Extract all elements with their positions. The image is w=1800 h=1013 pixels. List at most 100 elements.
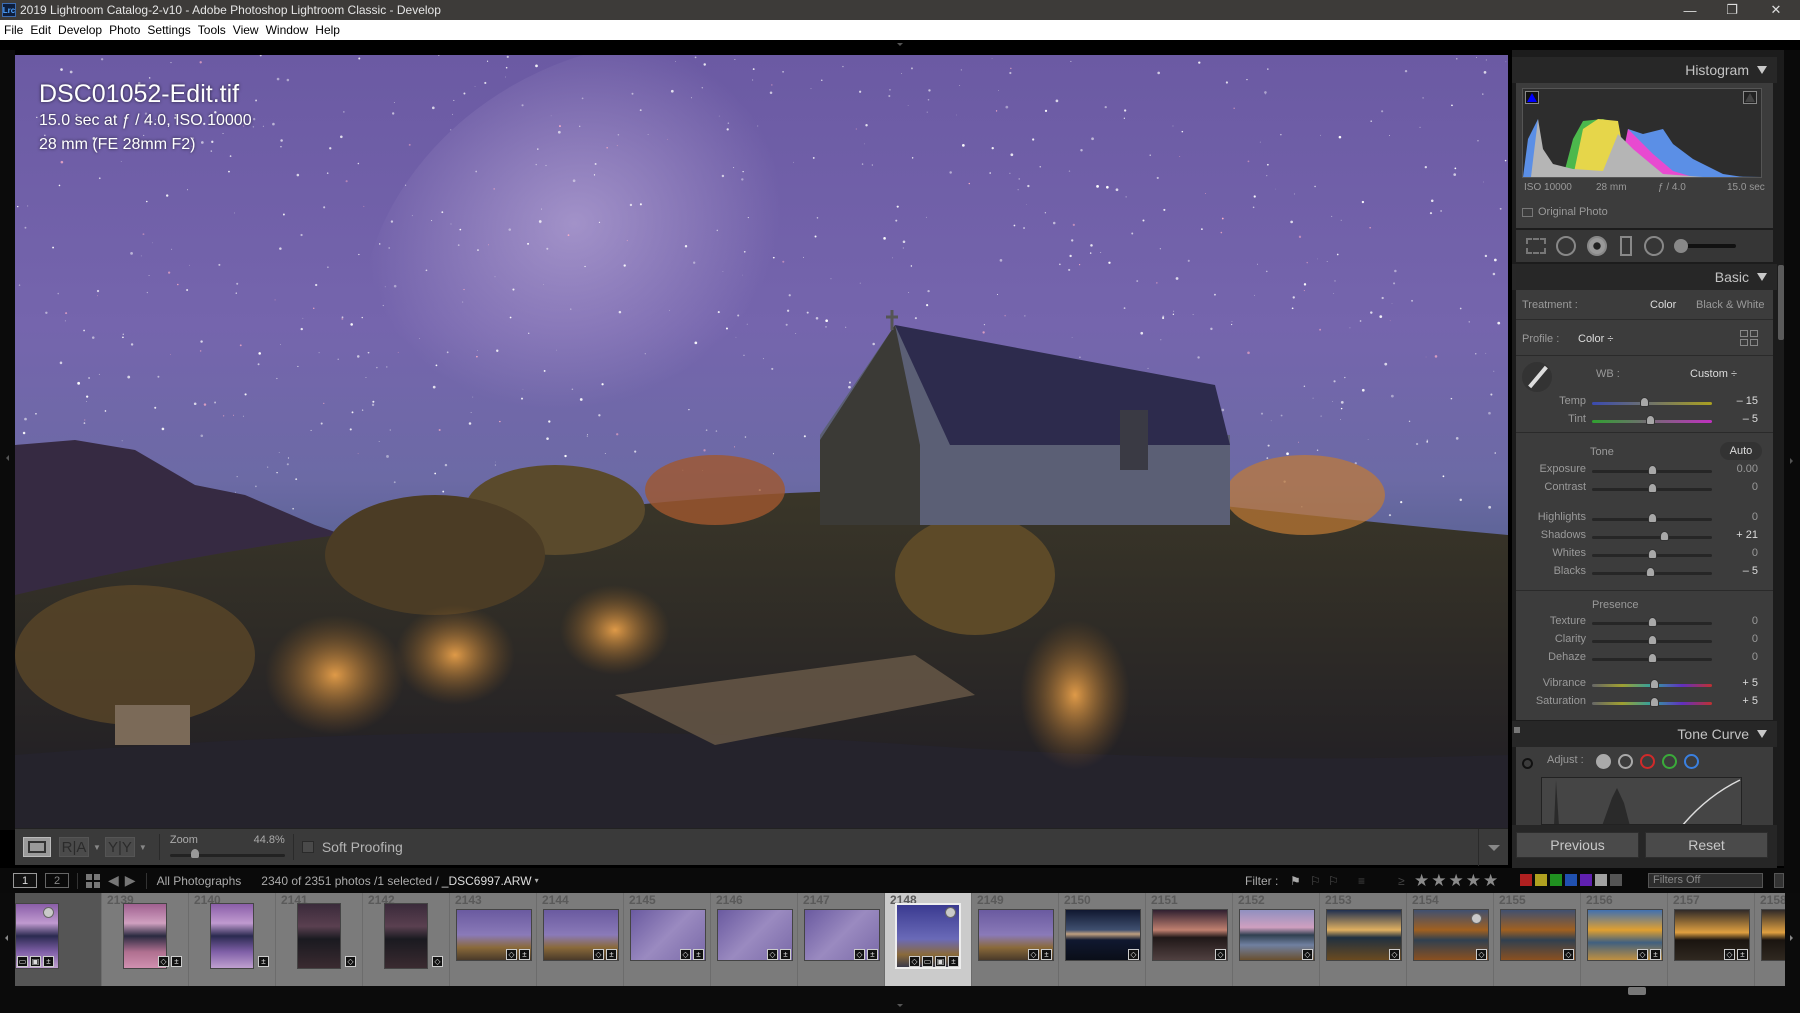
filter-preset-dropdown[interactable]: Filters Off [1648, 873, 1763, 888]
contrast-slider-knob[interactable] [1648, 483, 1657, 493]
point-curve-blue-icon[interactable] [1684, 754, 1699, 769]
right-panel-scrollbar[interactable] [1777, 50, 1784, 866]
point-curve-green-icon[interactable] [1662, 754, 1677, 769]
rating-operator[interactable]: ≥ [1398, 874, 1405, 888]
filter-lock-icon[interactable] [1774, 873, 1784, 888]
profile-dropdown[interactable]: Color ÷ [1578, 333, 1613, 345]
blacks-slider[interactable] [1592, 567, 1712, 577]
contrast-value[interactable]: 0 [1718, 481, 1758, 493]
color-label-filter-6[interactable] [1610, 874, 1622, 886]
flag-filter-flagged-icon[interactable]: ⚑ [1290, 874, 1301, 888]
menu-develop[interactable]: Develop [58, 23, 102, 37]
filmstrip-thumb[interactable]: 2149 ◇ ± [972, 893, 1059, 986]
original-photo-checkbox[interactable] [1522, 208, 1533, 217]
toolbar-content-dropdown[interactable] [1478, 829, 1508, 866]
keyword-badge-icon[interactable]: ◇ [767, 949, 778, 960]
texture-slider[interactable] [1592, 617, 1712, 627]
filmstrip-thumb[interactable]: 2145 ◇ ± [624, 893, 711, 986]
photo-canvas[interactable]: DSC01052-Edit.tif 15.0 sec at ƒ / 4.0, I… [15, 55, 1508, 828]
clarity-value[interactable]: 0 [1718, 633, 1758, 645]
filmstrip-thumb[interactable]: 2144 ◇ ± [537, 893, 624, 986]
edit-filter-icon[interactable]: ≡ [1358, 874, 1365, 888]
restore-button[interactable]: ❐ [1712, 0, 1752, 20]
filmstrip-thumb[interactable]: 2143 ◇ ± [450, 893, 537, 986]
keyword-badge-icon[interactable]: ◇ [1563, 949, 1574, 960]
develop-adjustment-badge-icon[interactable]: ± [867, 949, 878, 960]
saturation-slider[interactable] [1592, 697, 1712, 707]
menu-edit[interactable]: Edit [30, 23, 51, 37]
histogram-header[interactable]: Histogram [1512, 57, 1777, 83]
color-label-filter-3[interactable] [1565, 874, 1577, 886]
histogram-graph[interactable] [1522, 88, 1763, 178]
keyword-badge-icon[interactable]: ◇ [1476, 949, 1487, 960]
menu-help[interactable]: Help [315, 23, 340, 37]
filmstrip-scroll-right-icon[interactable] [1790, 935, 1793, 941]
zoom-slider-knob[interactable] [191, 849, 200, 858]
filmstrip-thumb[interactable]: 2156 ◇ ± [1581, 893, 1668, 986]
highlights-slider-knob[interactable] [1648, 513, 1657, 523]
color-label-filter-0[interactable] [1520, 874, 1532, 886]
exposure-value[interactable]: 0.00 [1718, 463, 1758, 475]
develop-adjustment-badge-icon[interactable]: ± [780, 949, 791, 960]
menu-photo[interactable]: Photo [109, 23, 140, 37]
keyword-badge-icon[interactable]: ◇ [1215, 949, 1226, 960]
temp-value[interactable]: – 15 [1718, 395, 1758, 407]
keyword-badge-icon[interactable]: ◇ [854, 949, 865, 960]
develop-adjustment-badge-icon[interactable]: ± [1737, 949, 1748, 960]
tint-value[interactable]: – 5 [1718, 413, 1758, 425]
top-panel-toggle[interactable] [0, 40, 1800, 50]
texture-slider-knob[interactable] [1648, 617, 1657, 627]
keyword-badge-icon[interactable]: ◇ [432, 956, 443, 967]
menu-settings[interactable]: Settings [147, 23, 190, 37]
crop-badge-icon[interactable]: ▭ [17, 956, 28, 967]
filmstrip-thumb[interactable]: 2153 ◇ [1320, 893, 1407, 986]
highlights-slider[interactable] [1592, 513, 1712, 523]
left-panel-toggle[interactable] [0, 50, 15, 830]
rating-filter-stars[interactable]: ★ ★ ★ ★ ★ [1414, 871, 1500, 891]
whites-slider-knob[interactable] [1648, 549, 1657, 559]
keyword-badge-icon[interactable]: ◇ [506, 949, 517, 960]
vibrance-slider-knob[interactable] [1650, 679, 1660, 689]
primary-window-button[interactable]: 1 [13, 873, 37, 888]
basic-header[interactable]: Basic [1512, 264, 1777, 290]
treatment-bw-option[interactable]: Black & White [1696, 299, 1764, 311]
filmstrip-thumb[interactable]: 2148 ◇ ▭ ▣ ± [885, 893, 972, 986]
minimize-button[interactable]: — [1670, 0, 1710, 20]
wb-selector-icon[interactable] [1522, 362, 1552, 392]
saturation-value[interactable]: + 5 [1718, 695, 1758, 707]
reset-button[interactable]: Reset [1645, 832, 1768, 858]
graduated-filter-icon[interactable] [1620, 236, 1632, 256]
right-panel-toggle[interactable] [1784, 50, 1800, 868]
flag-filter-unflagged-icon[interactable]: ⚐ [1310, 874, 1321, 888]
dehaze-value[interactable]: 0 [1718, 651, 1758, 663]
filename-dropdown-icon[interactable]: ▾ [535, 876, 539, 885]
blacks-value[interactable]: – 5 [1718, 565, 1758, 577]
treatment-color-option[interactable]: Color [1650, 299, 1676, 311]
before-after-top-bottom-button[interactable]: Y|Y [104, 837, 135, 857]
selected-filename[interactable]: _DSC6997.ARW [442, 874, 532, 888]
crop-badge-icon[interactable]: ▭ [922, 956, 933, 967]
rating-star-icon[interactable]: ★ [1466, 871, 1481, 890]
source-label[interactable]: All Photographs [157, 874, 242, 888]
filmstrip-thumb[interactable]: 2142 ◇ [363, 893, 450, 986]
keyword-badge-icon[interactable]: ◇ [1389, 949, 1400, 960]
filmstrip-thumb[interactable]: 2158 [1755, 893, 1785, 986]
before-after-swap-dropdown-icon[interactable]: ▼ [139, 843, 147, 852]
menu-view[interactable]: View [233, 23, 259, 37]
zoom-slider-track[interactable] [169, 854, 285, 857]
develop-adjustment-badge-icon[interactable]: ± [519, 949, 530, 960]
develop-adjustment-badge-icon[interactable]: ± [1650, 949, 1661, 960]
keyword-badge-icon[interactable]: ◇ [1028, 949, 1039, 960]
color-label-filter-2[interactable] [1550, 874, 1562, 886]
filmstrip-thumb[interactable]: 2155 ◇ [1494, 893, 1581, 986]
saturation-slider-knob[interactable] [1650, 697, 1660, 707]
shadows-value[interactable]: + 21 [1718, 529, 1758, 541]
dehaze-slider[interactable] [1592, 653, 1712, 663]
develop-adjustment-badge-icon[interactable]: ± [606, 949, 617, 960]
rating-star-icon[interactable]: ★ [1431, 871, 1446, 890]
spot-removal-icon[interactable] [1556, 236, 1576, 256]
previous-button[interactable]: Previous [1516, 832, 1639, 858]
shadows-slider[interactable] [1592, 531, 1712, 541]
keyword-badge-icon[interactable]: ◇ [1724, 949, 1735, 960]
red-eye-icon[interactable] [1587, 236, 1607, 256]
